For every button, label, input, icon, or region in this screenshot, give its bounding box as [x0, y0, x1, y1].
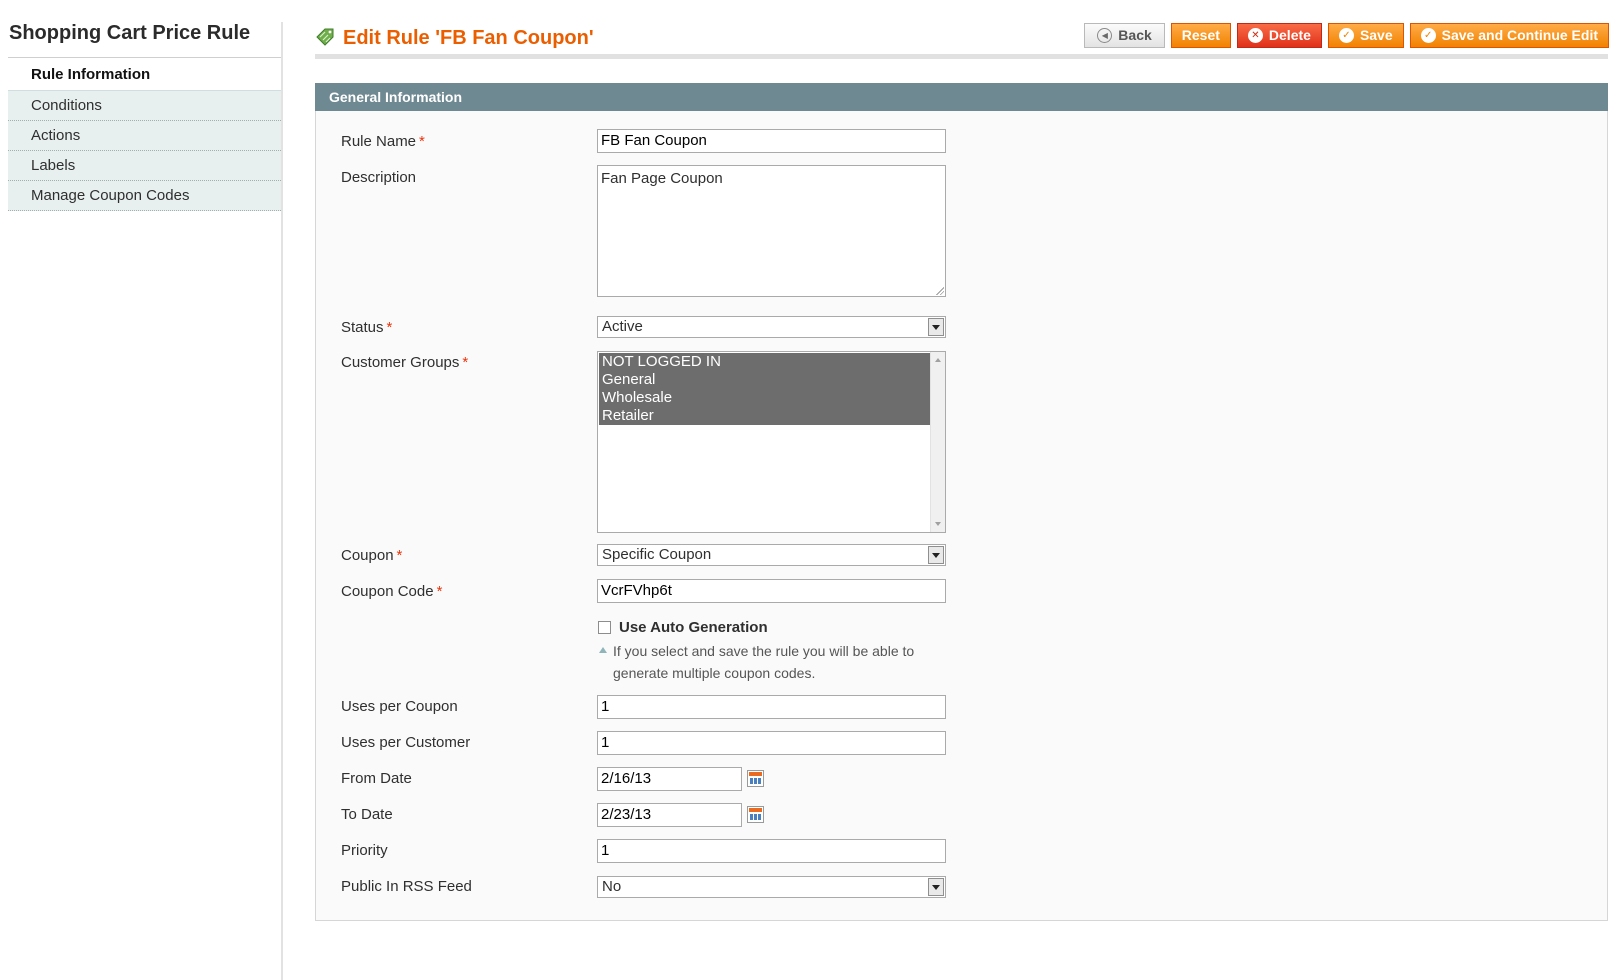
- tab-rule-information[interactable]: Rule Information: [8, 60, 283, 91]
- chevron-down-icon[interactable]: [928, 318, 944, 336]
- chevron-down-icon[interactable]: [928, 878, 944, 896]
- customer-group-option[interactable]: Retailer: [599, 407, 931, 425]
- customer-group-option[interactable]: Wholesale: [599, 389, 931, 407]
- tab-actions[interactable]: Actions: [8, 121, 283, 151]
- to-date-label: To Date: [341, 806, 393, 823]
- back-arrow-icon: ◀: [1097, 28, 1113, 43]
- tab-manage-coupon-codes[interactable]: Manage Coupon Codes: [8, 181, 283, 211]
- coupon-select-value: Specific Coupon: [602, 546, 712, 563]
- priority-label: Priority: [341, 842, 388, 859]
- back-button[interactable]: ◀ Back: [1084, 23, 1165, 48]
- calendar-icon[interactable]: [747, 770, 764, 787]
- tab-labels[interactable]: Labels: [8, 151, 283, 181]
- uses-per-customer-label: Uses per Customer: [341, 734, 471, 751]
- page-title: Edit Rule 'FB Fan Coupon': [343, 27, 594, 49]
- save-button-label: Save: [1359, 27, 1393, 43]
- checkmark-icon: ✓: [1420, 28, 1436, 43]
- sidebar: Shopping Cart Price Rule Rule Informatio…: [0, 0, 284, 980]
- delete-button-label: Delete: [1268, 27, 1311, 43]
- customer-groups-label: Customer Groups *: [341, 354, 469, 371]
- description-text: Fan Page Coupon: [601, 170, 723, 187]
- rule-name-input[interactable]: FB Fan Coupon: [597, 129, 946, 153]
- coupon-code-input[interactable]: VcrFVhp6t: [597, 579, 946, 603]
- divider: [8, 57, 283, 58]
- customer-groups-multiselect[interactable]: NOT LOGGED IN General Wholesale Retailer: [597, 351, 946, 533]
- save-and-continue-button[interactable]: ✓ Save and Continue Edit: [1409, 23, 1609, 48]
- customer-groups-options: NOT LOGGED IN General Wholesale Retailer: [599, 353, 931, 425]
- calendar-icon[interactable]: [747, 806, 764, 823]
- chevron-down-icon[interactable]: [928, 546, 944, 564]
- scroll-down-icon[interactable]: [935, 522, 941, 526]
- save-and-continue-button-label: Save and Continue Edit: [1441, 27, 1598, 43]
- sidebar-title: Shopping Cart Price Rule: [9, 22, 251, 44]
- required-marker: *: [436, 583, 443, 600]
- rule-name-label: Rule Name *: [341, 133, 425, 150]
- resize-grip-icon[interactable]: [936, 287, 944, 295]
- coupon-label: Coupon *: [341, 547, 403, 564]
- required-marker: *: [419, 133, 425, 150]
- tab-list: Rule Information Conditions Actions Labe…: [8, 60, 283, 211]
- action-buttons: ◀ Back Reset ✕ Delete ✓ Save ✓ Save and …: [1084, 23, 1609, 48]
- delete-button[interactable]: ✕ Delete: [1236, 23, 1322, 48]
- back-button-label: Back: [1118, 27, 1152, 43]
- scrollbar[interactable]: [930, 352, 945, 532]
- use-auto-generation-label: Use Auto Generation: [619, 619, 768, 636]
- to-date-input[interactable]: 2/23/13: [597, 803, 742, 827]
- tab-conditions[interactable]: Conditions: [8, 91, 283, 121]
- sidebar-divider: [281, 22, 283, 980]
- coupon-select[interactable]: Specific Coupon: [597, 544, 946, 566]
- priority-input[interactable]: 1: [597, 839, 946, 863]
- section-header: General Information: [315, 83, 1608, 111]
- scroll-up-icon[interactable]: [935, 358, 941, 362]
- status-label: Status *: [341, 319, 393, 336]
- use-auto-generation-checkbox[interactable]: [598, 621, 611, 634]
- status-select[interactable]: Active: [597, 316, 946, 338]
- coupon-tag-icon: [316, 28, 334, 46]
- general-information-fieldset: [315, 111, 1608, 921]
- customer-group-option[interactable]: NOT LOGGED IN: [599, 353, 931, 371]
- from-date-label: From Date: [341, 770, 412, 787]
- required-marker: *: [462, 354, 469, 371]
- public-rss-select[interactable]: No: [597, 876, 946, 898]
- uses-per-customer-input[interactable]: 1: [597, 731, 946, 755]
- required-marker: *: [396, 547, 403, 564]
- save-button[interactable]: ✓ Save: [1327, 23, 1404, 48]
- uses-per-coupon-input[interactable]: 1: [597, 695, 946, 719]
- checkmark-icon: ✓: [1338, 28, 1354, 43]
- note-arrow-icon: [599, 647, 607, 653]
- reset-button[interactable]: Reset: [1170, 23, 1231, 48]
- required-marker: *: [386, 319, 393, 336]
- from-date-input[interactable]: 2/16/13: [597, 767, 742, 791]
- coupon-code-label: Coupon Code *: [341, 583, 443, 600]
- description-label: Description: [341, 169, 417, 186]
- uses-per-coupon-label: Uses per Coupon: [341, 698, 458, 715]
- delete-icon: ✕: [1247, 28, 1263, 43]
- reset-button-label: Reset: [1181, 27, 1220, 43]
- customer-group-option[interactable]: General: [599, 371, 931, 389]
- public-rss-select-value: No: [602, 878, 622, 895]
- description-textarea[interactable]: Fan Page Coupon: [597, 165, 946, 297]
- header-divider: [315, 54, 1608, 59]
- status-select-value: Active: [602, 318, 643, 335]
- public-rss-label: Public In RSS Feed: [341, 878, 472, 895]
- auto-generation-note: If you select and save the rule you will…: [613, 643, 915, 681]
